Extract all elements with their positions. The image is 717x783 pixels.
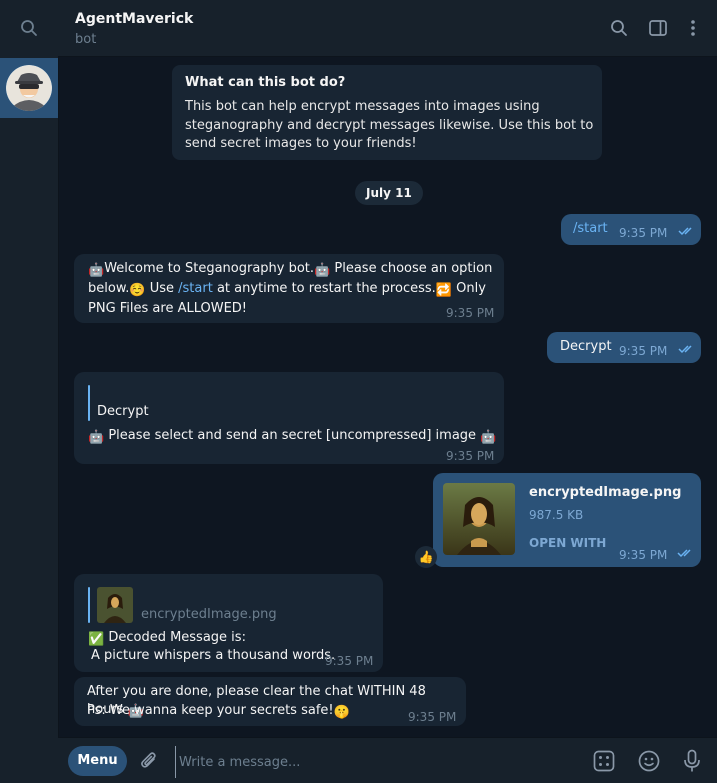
rail-search-button[interactable] [0, 0, 58, 56]
message-text: 🤖Welcome to Steganography bot.🤖 Please c… [88, 261, 493, 316]
search-icon [21, 20, 37, 36]
message-time: 9:35 PM [619, 226, 668, 240]
chat-header: AgentMaverick bot [58, 0, 717, 57]
voice-record-button[interactable] [679, 748, 705, 774]
bot-menu-button[interactable]: Menu [68, 746, 127, 776]
smiling-emoji-icon: ☺️ [129, 283, 146, 298]
attach-button[interactable] [136, 748, 162, 774]
message-incoming[interactable]: Decrypt 🤖 Please select and send an secr… [74, 372, 504, 464]
date-separator: July 11 [355, 181, 423, 205]
command-link[interactable]: /start [178, 281, 213, 296]
microphone-icon [684, 749, 700, 772]
search-icon [611, 20, 627, 36]
robot-emoji-icon: 🤖 [480, 430, 497, 445]
emoji-button[interactable] [636, 748, 662, 774]
message-text: 🤖 Please select and send an secret [unco… [88, 428, 497, 445]
sidebar-toggle-icon [649, 20, 667, 36]
chat-subtitle: bot [75, 32, 97, 47]
quote-bar [88, 385, 90, 421]
message-input[interactable] [175, 746, 581, 778]
message-text: ✅ Decoded Message is: [88, 630, 246, 647]
chat-list-rail [0, 0, 59, 783]
message-outgoing[interactable]: Decrypt 9:35 PM [547, 332, 701, 363]
paperclip-icon [141, 752, 156, 768]
chat-title[interactable]: AgentMaverick [75, 11, 193, 27]
quote-bar [88, 587, 90, 623]
reply-file-name: encryptedImage.png [141, 607, 277, 622]
shushing-emoji-icon: 🤫 [333, 705, 350, 720]
double-check-icon [678, 227, 692, 236]
bot-description-heading: What can this bot do? [185, 75, 346, 90]
chat-list-item-agentmaverick[interactable] [0, 58, 58, 118]
message-time: 9:35 PM [619, 548, 668, 562]
bot-commands-icon [593, 750, 615, 772]
message-time: 9:35 PM [446, 306, 495, 320]
bot-description-card: What can this bot do? This bot can help … [172, 65, 602, 160]
more-vertical-icon [691, 20, 695, 36]
message-composer: Menu [58, 737, 717, 783]
robot-emoji-icon: 🤖 [88, 430, 105, 445]
message-incoming[interactable]: encryptedImage.png ✅ Decoded Message is:… [74, 574, 383, 672]
double-check-icon [678, 345, 692, 354]
message-incoming[interactable]: 🤖Welcome to Steganography bot.🤖 Please c… [74, 254, 504, 323]
bot-description-text: This bot can help encrypt messages into … [185, 99, 594, 151]
robot-emoji-icon: 🤖 [314, 263, 331, 278]
message-incoming[interactable]: After you are done, please clear the cha… [74, 677, 466, 726]
emoji-icon [638, 750, 660, 772]
message-text: Decrypt [560, 339, 612, 354]
file-name: encryptedImage.png [529, 485, 682, 500]
header-search-button[interactable] [607, 16, 631, 40]
avatar [6, 65, 52, 111]
image-thumbnail[interactable] [443, 483, 515, 555]
bot-commands-button[interactable] [591, 748, 617, 774]
reaction-badge[interactable]: 👍 [415, 546, 437, 568]
message-time: 9:35 PM [619, 344, 668, 358]
message-outgoing[interactable]: /start 9:35 PM [561, 214, 701, 245]
message-list[interactable]: What can this bot do? This bot can help … [58, 57, 717, 738]
message-time: 9:35 PM [325, 654, 374, 668]
quoted-text: Decrypt [97, 404, 149, 419]
message-time: 9:35 PM [408, 710, 457, 724]
message-text: /start [573, 221, 608, 236]
robot-emoji-icon: 🤖 [88, 263, 105, 278]
decoded-message-text: A picture whispers a thousand words. [91, 648, 336, 663]
more-menu-button[interactable] [681, 16, 705, 40]
reply-image-thumbnail [97, 587, 133, 623]
repeat-emoji-icon: 🔁 [435, 283, 452, 298]
message-outgoing-file[interactable]: encryptedImage.png 987.5 KB OPEN WITH 9:… [433, 473, 701, 567]
sidebar-toggle-button[interactable] [646, 16, 670, 40]
message-time: 9:35 PM [446, 449, 495, 463]
message-text-line2: Ps: We wanna keep your secrets safe!🤫 [87, 703, 350, 720]
file-size: 987.5 KB [529, 508, 584, 522]
double-check-icon [677, 549, 691, 558]
open-with-button[interactable]: OPEN WITH [529, 534, 606, 552]
